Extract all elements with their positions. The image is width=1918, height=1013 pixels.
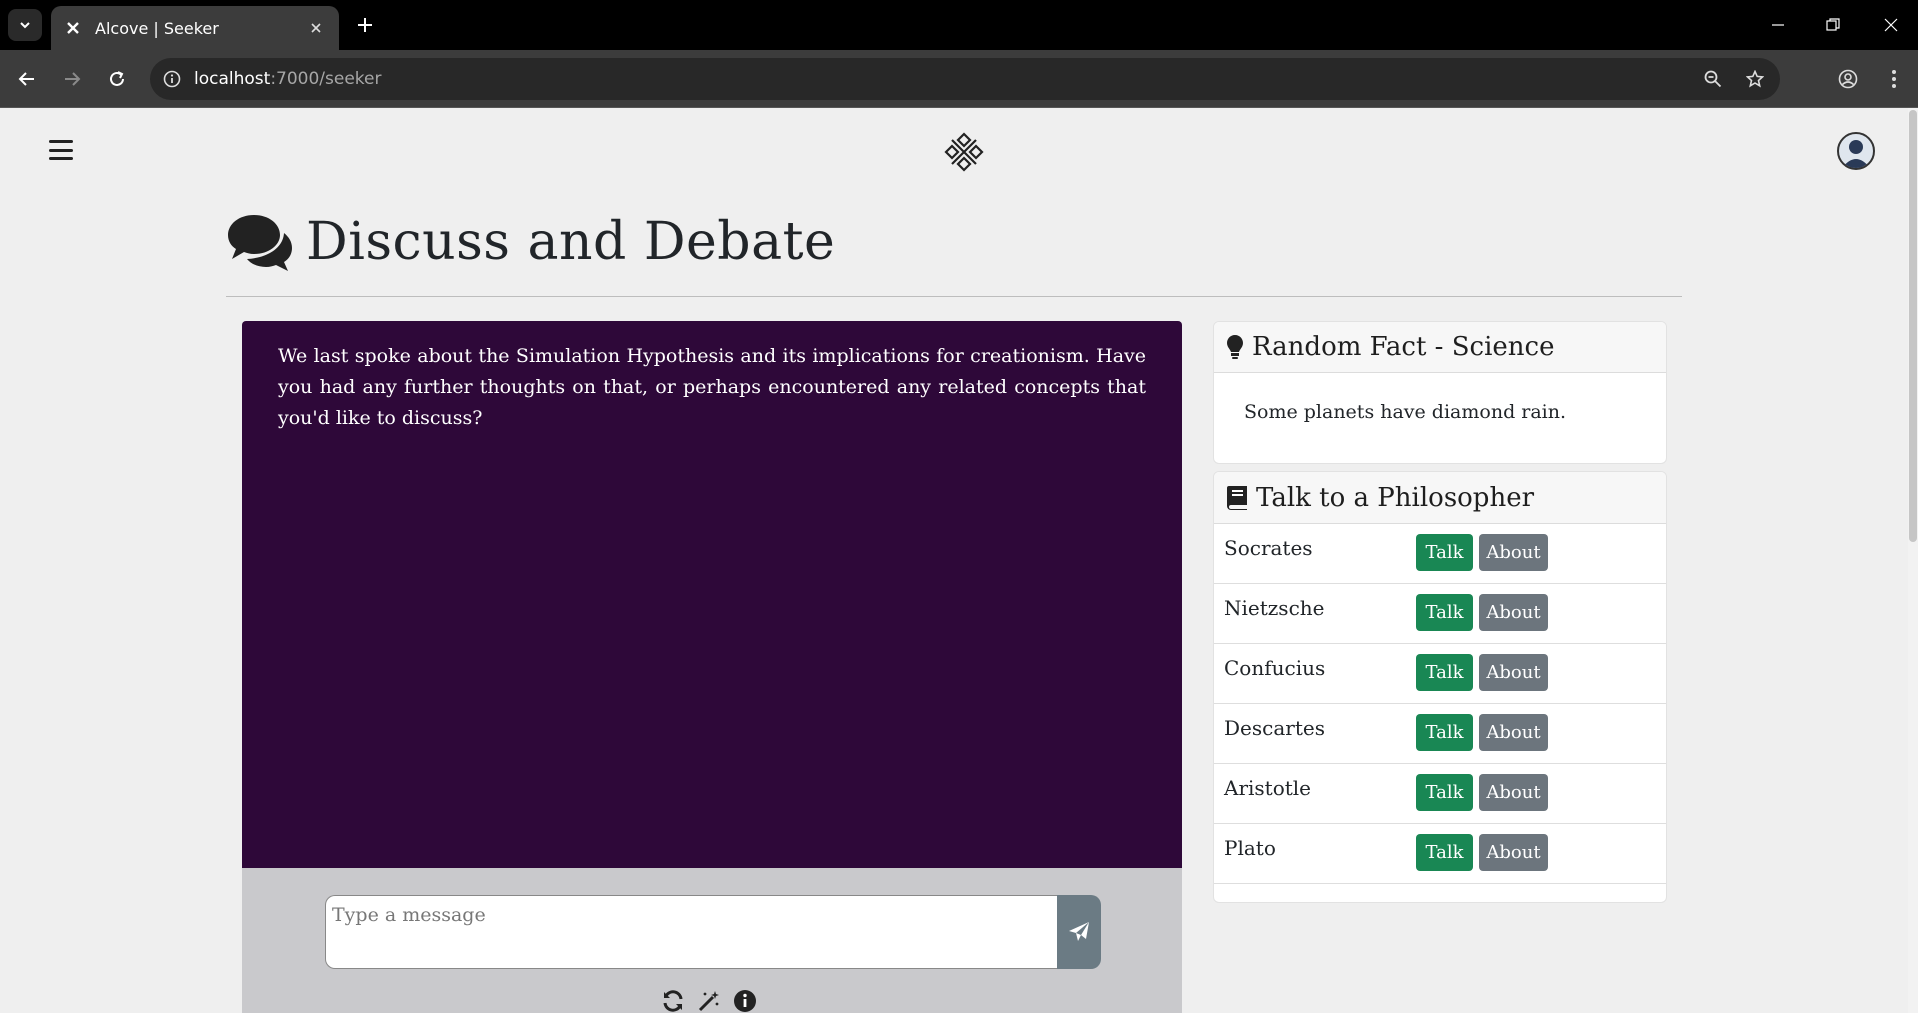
about-button[interactable]: About (1479, 714, 1548, 751)
chevron-down-icon (20, 22, 30, 29)
alcove-favicon-icon (63, 18, 83, 38)
url-text: localhost:7000/seeker (194, 69, 382, 89)
random-fact-title: Random Fact - Science (1252, 332, 1555, 362)
address-bar[interactable]: localhost:7000/seeker (150, 58, 1780, 100)
page-title: Discuss and Debate (306, 212, 836, 272)
talk-button[interactable]: Talk (1416, 534, 1473, 571)
about-button[interactable]: About (1479, 594, 1548, 631)
user-silhouette-icon (1842, 140, 1870, 168)
send-button[interactable] (1057, 895, 1101, 969)
philosopher-row: Plato Talk About (1214, 824, 1666, 884)
scrollbar-thumb[interactable] (1909, 110, 1917, 542)
hamburger-menu-icon[interactable] (46, 137, 76, 163)
site-info-icon[interactable] (150, 58, 194, 100)
back-arrow-icon[interactable] (12, 64, 42, 94)
info-icon[interactable] (732, 988, 758, 1013)
philosopher-row: Confucius Talk About (1214, 644, 1666, 704)
lightbulb-icon (1227, 335, 1243, 359)
page-heading: Discuss and Debate (226, 212, 835, 272)
random-fact-card: Random Fact - Science Some planets have … (1213, 321, 1667, 464)
random-fact-text: Some planets have diamond rain. (1244, 401, 1567, 423)
reload-icon[interactable] (102, 64, 132, 94)
message-composer (325, 787, 1101, 861)
random-fact-header: Random Fact - Science (1214, 322, 1666, 373)
chat-window: We last spoke about the Simulation Hypot… (242, 321, 1182, 868)
user-avatar[interactable] (1837, 132, 1875, 170)
talk-button[interactable]: Talk (1416, 774, 1473, 811)
talk-button[interactable]: Talk (1416, 834, 1473, 871)
about-button[interactable]: About (1479, 834, 1548, 871)
philosopher-name: Descartes (1224, 716, 1325, 740)
close-window-icon[interactable] (1876, 10, 1906, 40)
new-tab-icon[interactable] (352, 12, 378, 38)
refresh-icon[interactable] (660, 988, 686, 1013)
paper-plane-icon (1069, 922, 1089, 941)
forward-arrow-icon[interactable] (57, 64, 87, 94)
alcove-logo-icon[interactable] (944, 132, 984, 172)
message-input[interactable] (325, 895, 1057, 969)
minimize-icon[interactable] (1763, 10, 1793, 40)
title-divider (226, 296, 1682, 297)
talk-button[interactable]: Talk (1416, 594, 1473, 631)
philosopher-card: Talk to a Philosopher Socrates Talk About N… (1213, 471, 1667, 903)
about-button[interactable]: About (1479, 654, 1548, 691)
philosopher-name: Plato (1224, 836, 1276, 860)
bookmark-star-icon[interactable] (1740, 64, 1770, 94)
message-composer (325, 895, 1101, 969)
about-button[interactable]: About (1479, 534, 1548, 571)
zoom-icon[interactable] (1698, 64, 1728, 94)
menu-kebab-icon[interactable] (1879, 64, 1909, 94)
comments-icon (228, 215, 292, 271)
browser-tabstrip: Alcove | Seeker (0, 0, 1918, 50)
philosopher-row: Nietzsche Talk About (1214, 584, 1666, 644)
philosopher-title: Talk to a Philosopher (1256, 482, 1535, 513)
close-tab-icon[interactable] (305, 17, 327, 39)
browser-tab-active[interactable]: Alcove | Seeker (51, 6, 339, 50)
browser-toolbar: localhost:7000/seeker (0, 50, 1918, 108)
philosopher-row: Descartes Talk About (1214, 704, 1666, 764)
tab-title: Alcove | Seeker (95, 18, 219, 38)
philosopher-name: Nietzsche (1224, 596, 1325, 620)
philosopher-row: Aristotle Talk About (1214, 764, 1666, 824)
profile-icon[interactable] (1833, 64, 1863, 94)
philosopher-list: Socrates Talk About Nietzsche Talk About Confu… (1214, 524, 1666, 884)
philosopher-name: Socrates (1224, 536, 1313, 560)
talk-button[interactable]: Talk (1416, 654, 1473, 691)
philosopher-name: Aristotle (1224, 776, 1312, 800)
restore-icon[interactable] (1818, 10, 1848, 40)
tab-search-button[interactable] (8, 9, 42, 41)
magic-wand-icon[interactable] (696, 988, 722, 1013)
scrollbar[interactable] (1908, 108, 1918, 1013)
philosopher-name: Confucius (1224, 656, 1326, 680)
about-button[interactable]: About (1479, 774, 1548, 811)
chat-tools (660, 988, 758, 1013)
chat-message: We last spoke about the Simulation Hypot… (278, 345, 1146, 429)
philosopher-row: Socrates Talk About (1214, 524, 1666, 584)
book-icon (1227, 485, 1247, 510)
talk-button[interactable]: Talk (1416, 714, 1473, 751)
philosopher-header: Talk to a Philosopher (1214, 472, 1666, 524)
